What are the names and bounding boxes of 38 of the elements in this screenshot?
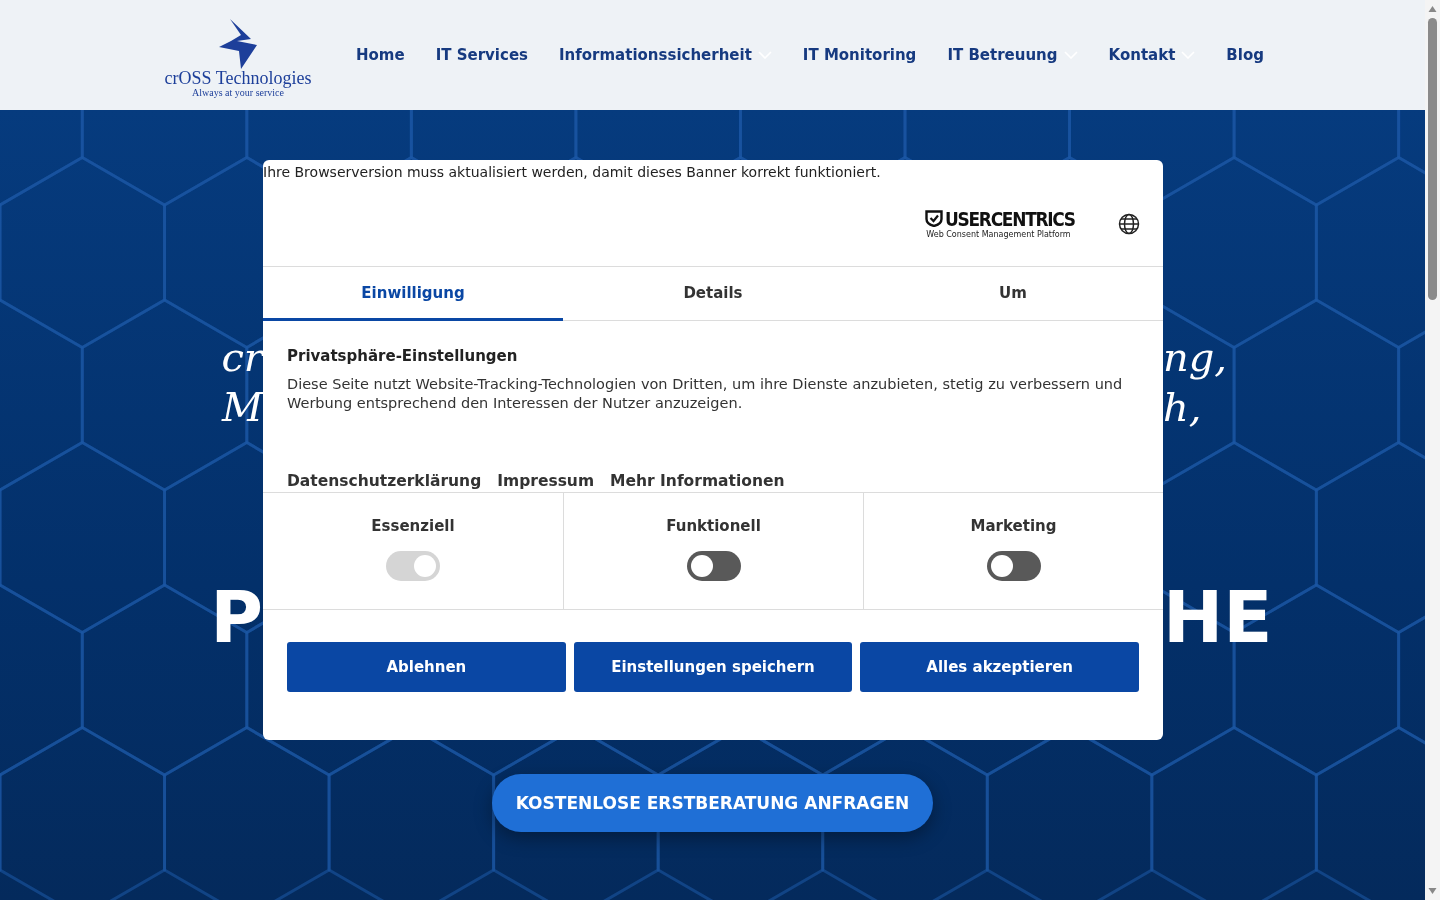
- consent-button[interactable]: Einstellungen speichern: [573, 642, 853, 692]
- nav-link[interactable]: Home: [356, 46, 405, 64]
- tab[interactable]: Um: [863, 267, 1163, 321]
- hero-subtitle-fragment: M: [222, 383, 263, 432]
- consent-button[interactable]: Ablehnen: [287, 642, 566, 692]
- hero-subtitle-fragment: h,: [1163, 383, 1202, 432]
- logo-tagline: Always at your service: [192, 86, 284, 98]
- nav-link[interactable]: Blog: [1226, 46, 1264, 64]
- hero-headline-fragment: HE: [1163, 577, 1273, 657]
- link[interactable]: Impressum: [497, 472, 595, 490]
- nav-link[interactable]: Informationssicherheit: [559, 46, 772, 64]
- tab[interactable]: Details: [563, 267, 863, 321]
- logo-icon: [217, 18, 259, 69]
- link[interactable]: Datenschutzerklärung: [287, 472, 482, 490]
- category-label: Funktionell: [666, 517, 761, 535]
- nav-link[interactable]: Kontakt: [1108, 46, 1196, 64]
- shield-icon: [925, 210, 944, 227]
- hero-subtitle-fragment: cr: [221, 333, 263, 382]
- hero-headline-fragment: P: [210, 577, 263, 657]
- tab[interactable]: Einwilligung: [263, 267, 563, 321]
- nav-link[interactable]: IT Betreuung: [947, 46, 1078, 64]
- brand-name: USERCENTRICS: [945, 207, 1076, 230]
- browser-notice: Ihre Browserversion muss aktualisiert werden, damit dieses Banner korrekt funktioniert.: [263, 163, 882, 181]
- description-text: Diese Seite nutzt Website-Tracking-Technologien von Dritten, um ihre Dienste anzubieten, stetig zu verbessern und Werbung entsprechend den Interessen der Nutzer anzuzeigen.: [287, 375, 1124, 413]
- logo-name: crOSS Technologies: [164, 68, 312, 87]
- consent-button[interactable]: Alles akzeptieren: [860, 642, 1139, 692]
- category-label: Marketing: [970, 517, 1057, 535]
- toggle-switch[interactable]: [686, 551, 741, 581]
- section-title: Privatsphäre-Einstellungen: [287, 347, 519, 365]
- globe-icon[interactable]: [1118, 212, 1140, 235]
- brand-tagline: Web Consent Management Platform: [926, 229, 1071, 240]
- nav-link[interactable]: IT Services: [435, 46, 528, 64]
- cta-button[interactable]: KOSTENLOSE ERSTBERATUNG ANFRAGEN: [491, 774, 934, 832]
- link[interactable]: Mehr Informationen: [610, 472, 785, 490]
- nav-link[interactable]: IT Monitoring: [802, 46, 917, 64]
- toggle-switch[interactable]: [986, 551, 1041, 581]
- hero-subtitle-fragment: ng,: [1163, 333, 1228, 382]
- category-label: Essenziell: [371, 517, 455, 535]
